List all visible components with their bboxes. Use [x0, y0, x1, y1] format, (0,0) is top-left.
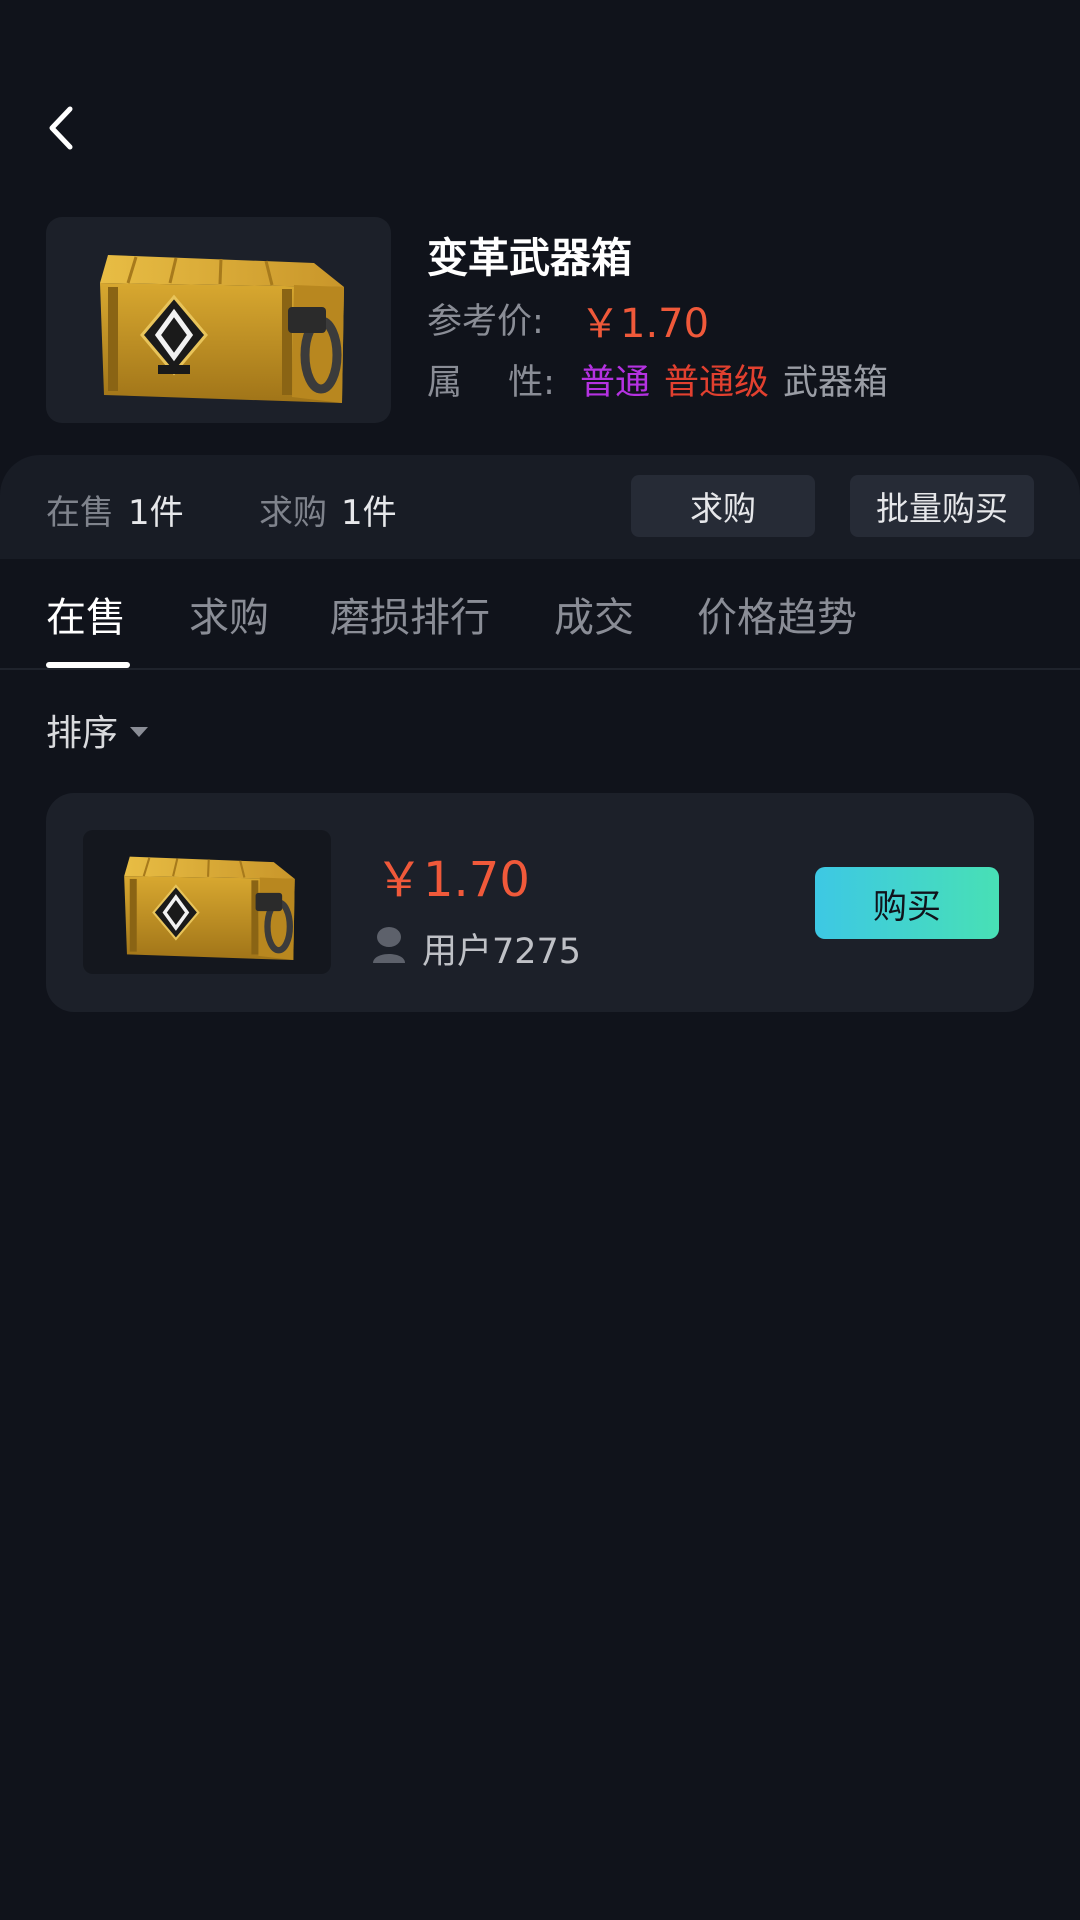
on-sale-label: 在售	[46, 493, 114, 533]
want-to-buy-button[interactable]: 求购	[631, 475, 815, 537]
product-image	[46, 217, 391, 423]
buy-button[interactable]: 购买	[815, 867, 999, 939]
listing-price: ￥1.70	[375, 852, 530, 908]
tab-on-sale[interactable]: 在售	[46, 585, 126, 643]
attributes-label: 属 性:	[427, 363, 555, 403]
tab-transactions[interactable]: 成交	[554, 585, 634, 643]
seller-name: 用户7275	[422, 932, 582, 972]
on-sale-value: 1件	[128, 493, 184, 533]
wanted-label: 求购	[259, 493, 327, 533]
bulk-buy-button[interactable]: 批量购买	[850, 475, 1034, 537]
tab-price-trend[interactable]: 价格趋势	[697, 585, 857, 643]
on-sale-count: 在售 1件	[46, 485, 184, 534]
sort-dropdown[interactable]: 排序	[46, 704, 149, 756]
sort-label: 排序	[46, 713, 119, 754]
attribute-tag: 武器箱	[783, 363, 889, 403]
back-button[interactable]	[36, 100, 86, 156]
weapon-case-image	[100, 255, 344, 403]
product-title: 变革武器箱	[427, 234, 632, 282]
attribute-tag: 普通	[580, 363, 651, 403]
tab-wear-ranking[interactable]: 磨损排行	[330, 585, 490, 643]
attributes-list: 普通 普通级 武器箱	[580, 354, 888, 405]
wanted-value: 1件	[341, 493, 397, 533]
tab-divider	[0, 668, 1080, 670]
wanted-count: 求购 1件	[259, 485, 397, 534]
reference-price-label: 参考价:	[427, 302, 544, 342]
listing-image	[83, 830, 331, 974]
user-avatar-icon	[373, 927, 405, 963]
attribute-tag: 普通级	[664, 363, 770, 403]
chevron-left-icon	[49, 106, 73, 150]
weapon-case-image	[124, 856, 295, 961]
caret-down-icon	[130, 727, 149, 737]
tab-wanted[interactable]: 求购	[189, 585, 269, 643]
reference-price: ￥1.70	[580, 301, 710, 347]
